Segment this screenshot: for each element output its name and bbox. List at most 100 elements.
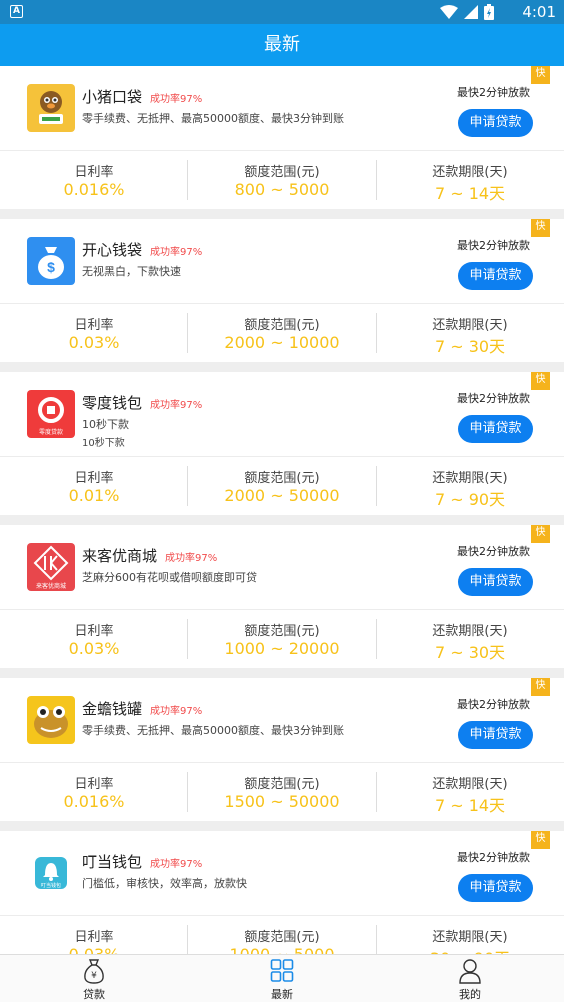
apply-loan-button[interactable]: 申请贷款 bbox=[458, 262, 533, 290]
product-stats: 日利率 0.016% 额度范围(元) 1500 ~ 50000 还款期限(天) 7 ~… bbox=[0, 763, 564, 821]
product-stats: 日利率 0.03% 额度范围(元) 1000 ~ 20000 还款期限(天) 7 ~ … bbox=[0, 610, 564, 668]
product-description: 芝麻分600有花呗或借呗额度即可贷 bbox=[82, 571, 257, 584]
repayment-term: 还款期限(天) 7 ~ 90天 bbox=[376, 457, 564, 515]
amount-range-value: 800 ~ 5000 bbox=[234, 180, 330, 199]
zero-wallet-logo: 零度贷款 bbox=[27, 390, 75, 438]
product-card[interactable]: 叮当钱包 叮当钱包 成功率97% 门槛低，审核快，效率高，放款快 最快2分钟放款 … bbox=[0, 831, 564, 954]
daily-rate-value: 0.016% bbox=[63, 792, 125, 811]
repayment-term-value: 7 ~ 30天 bbox=[434, 337, 506, 356]
battery-icon bbox=[484, 4, 494, 20]
product-card[interactable]: 金蟾钱罐 成功率97% 零手续费、无抵押、最高50000额度、最快3分钟到账 最快… bbox=[0, 678, 564, 821]
daily-rate-value: 0.03% bbox=[68, 333, 120, 352]
bell-wallet-logo: 叮当钱包 bbox=[27, 849, 75, 897]
product-stats: 日利率 0.01% 额度范围(元) 2000 ~ 50000 还款期限(天) 7 ~ … bbox=[0, 457, 564, 515]
product-card-header[interactable]: 金蟾钱罐 成功率97% 零手续费、无抵押、最高50000额度、最快3分钟到账 最快… bbox=[0, 678, 564, 763]
fastest-disbursement: 最快2分钟放款 bbox=[457, 86, 530, 99]
success-rate: 成功率97% bbox=[150, 247, 203, 258]
signal-icon bbox=[464, 5, 478, 19]
logo-caption: 零度贷款 bbox=[39, 428, 63, 436]
product-name: 来客优商城 成功率97% bbox=[82, 547, 218, 565]
apply-loan-button[interactable]: 申请贷款 bbox=[458, 568, 533, 596]
product-description: 零手续费、无抵押、最高50000额度、最快3分钟到账 bbox=[82, 112, 344, 125]
svg-text:$: $ bbox=[47, 259, 55, 275]
product-card-header[interactable]: 来客优商城 来客优商城 成功率97% 芝麻分600有花呗或借呗额度即可贷 最快2分… bbox=[0, 525, 564, 610]
product-card-header[interactable]: 叮当钱包 叮当钱包 成功率97% 门槛低，审核快，效率高，放款快 最快2分钟放款 … bbox=[0, 831, 564, 916]
daily-rate: 日利率 0.01% bbox=[0, 457, 188, 515]
product-name: 开心钱袋 成功率97% bbox=[82, 241, 203, 259]
tab-latest[interactable]: 最新 bbox=[188, 955, 376, 1002]
tab-mine-label: 我的 bbox=[459, 988, 481, 1001]
tab-loan[interactable]: ¥ 贷款 bbox=[0, 955, 188, 1002]
money-bag-icon: ¥ bbox=[84, 959, 104, 984]
product-card[interactable]: $ 开心钱袋 成功率97% 无视黑白，下款快速 最快2分钟放款 申请贷款 快 日利… bbox=[0, 219, 564, 362]
amount-range-value: 1000 ~ 20000 bbox=[224, 639, 340, 658]
pig-pocket-logo bbox=[27, 84, 75, 132]
fastest-disbursement: 最快2分钟放款 bbox=[457, 239, 530, 252]
daily-rate-value: 0.03% bbox=[0, 945, 188, 954]
product-card-header[interactable]: 小猪口袋 成功率97% 零手续费、无抵押、最高50000额度、最快3分钟到账 最快… bbox=[0, 66, 564, 151]
amount-range: 额度范围(元) 1000 ~ 20000 bbox=[188, 610, 376, 668]
product-card[interactable]: 小猪口袋 成功率97% 零手续费、无抵押、最高50000额度、最快3分钟到账 最快… bbox=[0, 66, 564, 209]
apply-loan-button[interactable]: 申请贷款 bbox=[458, 415, 533, 443]
amount-range: 额度范围(元) 1500 ~ 50000 bbox=[188, 763, 376, 821]
fast-badge: 快 bbox=[531, 831, 550, 849]
tab-loan-label: 贷款 bbox=[83, 988, 105, 1001]
product-name: 叮当钱包 成功率97% bbox=[82, 853, 203, 871]
product-card[interactable]: 零度贷款 零度钱包 成功率97% 10秒下款 10秒下款 最快2分钟放款 申请贷款… bbox=[0, 372, 564, 515]
product-card-header[interactable]: 零度贷款 零度钱包 成功率97% 10秒下款 10秒下款 最快2分钟放款 申请贷款… bbox=[0, 372, 564, 457]
repayment-term: 还款期限(天) 7 ~ 30天 bbox=[376, 610, 564, 668]
product-card[interactable]: 来客优商城 来客优商城 成功率97% 芝麻分600有花呗或借呗额度即可贷 最快2分… bbox=[0, 525, 564, 668]
success-rate: 成功率97% bbox=[150, 706, 203, 717]
daily-rate-value: 0.01% bbox=[68, 486, 120, 505]
status-bar: A 4:01 bbox=[0, 0, 564, 24]
repayment-term-value: 7 ~ 30天 bbox=[434, 643, 506, 662]
status-icons bbox=[440, 4, 494, 20]
product-list[interactable]: 小猪口袋 成功率97% 零手续费、无抵押、最高50000额度、最快3分钟到账 最快… bbox=[0, 66, 564, 954]
success-rate: 成功率97% bbox=[150, 94, 203, 105]
daily-rate: 日利率0.03% bbox=[0, 304, 188, 362]
repayment-term: 还款期限(天) 7 ~ 14天 bbox=[376, 763, 564, 821]
amount-range-value: 2000 ~ 50000 bbox=[224, 486, 340, 505]
grid-icon bbox=[270, 959, 294, 982]
golden-toad-logo bbox=[27, 696, 75, 744]
product-card-header[interactable]: $ 开心钱袋 成功率97% 无视黑白，下款快速 最快2分钟放款 申请贷款 快 bbox=[0, 219, 564, 304]
logo-caption: 叮当钱包 bbox=[41, 882, 61, 889]
apply-loan-button[interactable]: 申请贷款 bbox=[458, 874, 533, 902]
wifi-icon bbox=[440, 5, 458, 19]
fast-badge: 快 bbox=[531, 525, 550, 543]
product-stats: 日利率0.03% 额度范围(元)1000 ~ 5000 还款期限(天)30 ~ … bbox=[0, 916, 564, 954]
fastest-disbursement: 最快2分钟放款 bbox=[457, 392, 530, 405]
amount-range-value: 2000 ~ 10000 bbox=[224, 333, 340, 352]
product-description: 无视黑白，下款快速 bbox=[82, 265, 181, 278]
amount-range-value: 1000 ~ 5000 bbox=[188, 945, 376, 954]
apply-loan-button[interactable]: 申请贷款 bbox=[458, 109, 533, 137]
daily-rate: 日利率0.03% bbox=[0, 916, 188, 954]
amount-range: 额度范围(元)1000 ~ 5000 bbox=[188, 916, 376, 954]
success-rate: 成功率97% bbox=[150, 859, 203, 870]
tab-mine[interactable]: 我的 bbox=[376, 955, 564, 1002]
daily-rate: 日利率 0.016% bbox=[0, 151, 188, 209]
amount-range: 额度范围(元) 2000 ~ 10000 bbox=[188, 304, 376, 362]
product-stats: 日利率 0.03% 额度范围(元) 2000 ~ 10000 还款期限(天) 7 ~ … bbox=[0, 304, 564, 362]
success-rate: 成功率97% bbox=[150, 400, 203, 411]
repayment-term-value: 30 ~ 90天 bbox=[376, 945, 564, 954]
amount-range: 额度范围(元) 800 ~ 5000 bbox=[188, 151, 376, 209]
apply-loan-button[interactable]: 申请贷款 bbox=[458, 721, 533, 749]
fastest-disbursement: 最快2分钟放款 bbox=[457, 698, 530, 711]
product-description: 10秒下款 bbox=[82, 418, 129, 431]
daily-rate: 日利率0.03% bbox=[0, 610, 188, 668]
daily-rate: 日利率 0.016% bbox=[0, 763, 188, 821]
product-stats: 日利率 0.016% 额度范围(元) 800 ~ 5000 还款期限(天) 7 ~ 1… bbox=[0, 151, 564, 209]
fastest-disbursement: 最快2分钟放款 bbox=[457, 851, 530, 864]
fast-badge: 快 bbox=[531, 678, 550, 696]
notification-icon: A bbox=[10, 5, 23, 18]
daily-rate-value: 0.016% bbox=[63, 180, 125, 199]
laike-mall-logo: 来客优商城 bbox=[27, 543, 75, 591]
logo-caption: 来客优商城 bbox=[36, 582, 66, 590]
user-icon bbox=[459, 959, 481, 984]
bottom-tab-bar: ¥ 贷款 最新 我的 bbox=[0, 954, 564, 1002]
success-rate: 成功率97% bbox=[165, 553, 218, 564]
amount-range-value: 1500 ~ 50000 bbox=[224, 792, 340, 811]
repayment-term-value: 7 ~ 90天 bbox=[434, 490, 506, 509]
money-bag-logo: $ bbox=[27, 237, 75, 285]
